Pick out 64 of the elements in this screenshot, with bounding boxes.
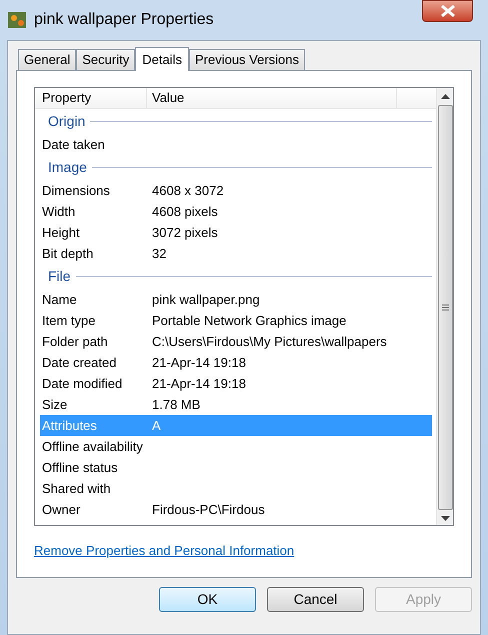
property-name: Item type <box>41 312 96 330</box>
close-button[interactable] <box>422 0 473 22</box>
property-value: Portable Network Graphics image <box>152 312 346 330</box>
property-name: Width <box>41 202 76 221</box>
property-name: Height <box>41 224 81 242</box>
tab[interactable]: General <box>18 49 76 70</box>
property-row[interactable]: Bit depth 32 <box>40 243 432 264</box>
property-row[interactable]: Date taken <box>40 134 432 155</box>
property-row[interactable]: Folder path C:\Users\Firdous\My Pictures\wallpapers <box>40 331 432 352</box>
property-row[interactable]: Shared with <box>40 478 432 499</box>
property-row[interactable]: Width 4608 pixels <box>40 201 432 222</box>
property-value: 3072 pixels <box>152 224 218 242</box>
property-value: C:\Users\Firdous\My Pictures\wallpapers <box>152 332 387 351</box>
property-row[interactable]: Item type Portable Network Graphics image <box>40 310 432 331</box>
property-value: pink wallpaper.png <box>152 290 260 309</box>
property-name: Offline status <box>41 458 119 477</box>
property-name: Date taken <box>41 136 106 154</box>
property-name: Dimensions <box>41 182 111 200</box>
property-row[interactable]: Offline availability <box>40 436 432 457</box>
property-row[interactable]: Height 3072 pixels <box>40 222 432 243</box>
property-value: 4608 x 3072 <box>152 182 224 200</box>
property-name: Date modified <box>41 374 124 393</box>
tab[interactable]: Security <box>76 49 136 70</box>
property-row[interactable]: Name pink wallpaper.png <box>40 289 432 310</box>
property-row[interactable]: Owner Firdous-PC\Firdous <box>40 499 432 520</box>
property-row[interactable]: Size 1.78 MB <box>40 394 432 415</box>
property-row[interactable]: Dimensions 4608 x 3072 <box>40 180 432 201</box>
tab[interactable]: Previous Versions <box>188 49 306 70</box>
up-arrow-icon <box>440 94 450 99</box>
down-arrow-icon <box>440 516 450 521</box>
property-row[interactable]: Date created 21-Apr-14 19:18 <box>40 352 432 373</box>
dialog-button[interactable]: OK <box>159 587 256 612</box>
property-name: Date created <box>41 354 118 372</box>
close-icon <box>440 5 456 17</box>
property-name: Offline availability <box>41 438 144 456</box>
property-value: 4608 pixels <box>152 202 218 221</box>
property-row[interactable]: Date modified 21-Apr-14 19:18 <box>40 373 432 394</box>
image-file-icon <box>8 12 26 28</box>
tab[interactable]: Details <box>135 47 189 71</box>
property-value: 21-Apr-14 19:18 <box>152 374 246 393</box>
property-value: Firdous-PC\Firdous <box>152 500 265 519</box>
scrollbar-thumb[interactable] <box>438 105 452 510</box>
property-name: Size <box>41 396 68 414</box>
grip-icon <box>442 304 448 311</box>
property-value: 1.78 MB <box>152 396 200 414</box>
property-name: Bit depth <box>41 244 94 263</box>
property-name: Shared with <box>41 480 112 498</box>
group-heading: Image <box>48 158 87 177</box>
property-name: Folder path <box>41 332 109 351</box>
property-value: 21-Apr-14 19:18 <box>152 354 246 372</box>
property-row[interactable]: Offline status <box>40 457 432 478</box>
column-header[interactable]: Value <box>147 88 397 108</box>
property-value: A <box>152 416 161 435</box>
dialog-button[interactable]: Cancel <box>267 587 364 612</box>
group-heading: File <box>48 267 71 286</box>
property-name: Attributes <box>41 416 98 435</box>
window-title: pink wallpaper Properties <box>34 10 214 30</box>
group-heading: Origin <box>48 112 86 131</box>
property-value: 32 <box>152 244 166 263</box>
remove-properties-link[interactable]: Remove Properties and Personal Information <box>34 541 294 560</box>
property-name: Owner <box>41 500 82 519</box>
column-header[interactable]: Property <box>35 88 147 108</box>
scrollbar[interactable] <box>436 88 453 525</box>
property-name: Name <box>41 290 78 309</box>
